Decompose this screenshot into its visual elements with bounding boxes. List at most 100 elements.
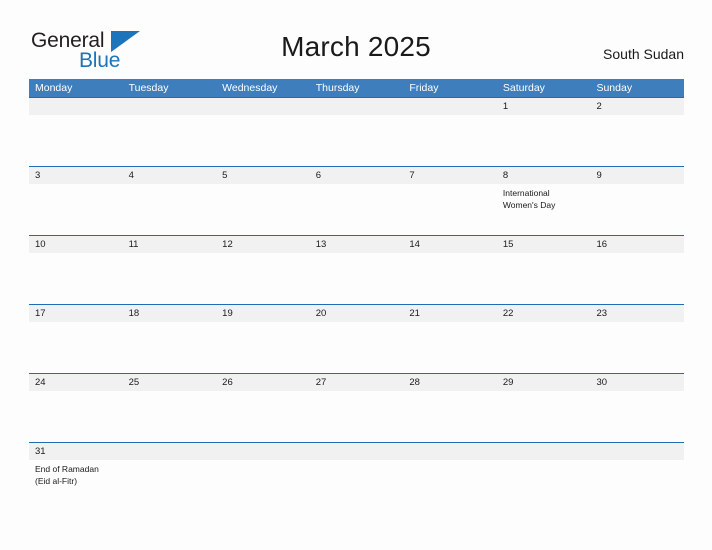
day-number[interactable] [590,443,684,460]
date-number-band: 3 4 5 6 7 8 9 [29,167,684,184]
day-event-text [403,322,497,373]
day-event-text [590,460,684,511]
day-event-text [216,460,310,511]
day-number[interactable]: 14 [403,236,497,253]
day-number[interactable] [29,98,123,115]
day-number[interactable]: 11 [123,236,217,253]
day-number[interactable]: 8 [497,167,591,184]
day-event-text [123,115,217,166]
day-content-row: End of Ramadan (Eid al-Fitr) [29,460,684,511]
weekday-header-sunday: Sunday [596,82,633,94]
day-number[interactable]: 6 [310,167,404,184]
day-number[interactable] [216,98,310,115]
date-number-band: 24 25 26 27 28 29 30 [29,374,684,391]
day-number[interactable]: 27 [310,374,404,391]
weekday-header-row: Monday Tuesday Wednesday Thursday Friday… [29,79,684,97]
day-event-text [590,115,684,166]
day-event-text [310,184,404,235]
page-header: General Blue March 2025 South Sudan [0,0,712,78]
country-label: South Sudan [603,46,684,62]
day-number[interactable] [403,98,497,115]
day-number[interactable]: 2 [590,98,684,115]
day-event-text [123,253,217,304]
day-event-text [403,391,497,442]
weekday-header-saturday: Saturday [502,82,545,94]
day-number[interactable]: 29 [497,374,591,391]
day-number[interactable] [123,443,217,460]
day-number[interactable] [310,98,404,115]
day-event-text [123,184,217,235]
day-number[interactable] [123,98,217,115]
day-number[interactable]: 28 [403,374,497,391]
weekday-header-friday: Friday [409,82,439,94]
day-number[interactable]: 10 [29,236,123,253]
day-number[interactable]: 17 [29,305,123,322]
day-event-text [29,253,123,304]
calendar-week-row: 31 End of Ramadan (Eid al-Fitr) [29,442,684,511]
day-event-text [497,322,591,373]
day-number[interactable]: 5 [216,167,310,184]
day-number[interactable]: 16 [590,236,684,253]
day-number[interactable]: 7 [403,167,497,184]
day-event-text [216,253,310,304]
day-event-text [29,322,123,373]
day-number[interactable]: 26 [216,374,310,391]
day-event-text [497,460,591,511]
weekday-header-wednesday: Wednesday [222,82,278,94]
day-content-row: International Women's Day [29,184,684,235]
date-number-band: 31 [29,443,684,460]
day-content-row [29,115,684,166]
day-number[interactable]: 24 [29,374,123,391]
day-number[interactable]: 19 [216,305,310,322]
day-number[interactable]: 25 [123,374,217,391]
day-event-text [123,391,217,442]
day-number[interactable]: 23 [590,305,684,322]
day-event-text [403,184,497,235]
day-event-text [590,184,684,235]
day-event-text [216,322,310,373]
day-number[interactable]: 18 [123,305,217,322]
day-number[interactable] [310,443,404,460]
day-content-row [29,253,684,304]
weekday-header-monday: Monday [35,82,73,94]
day-number[interactable] [497,443,591,460]
day-event-text [403,115,497,166]
day-number[interactable]: 30 [590,374,684,391]
day-event-text [29,184,123,235]
day-number[interactable]: 31 [29,443,123,460]
date-number-band: 1 2 [29,98,684,115]
calendar-grid: Monday Tuesday Wednesday Thursday Friday… [29,79,684,511]
weekday-header-thursday: Thursday [315,82,360,94]
day-event-text [497,115,591,166]
day-number[interactable]: 22 [497,305,591,322]
calendar-week-row: 1 2 [29,97,684,166]
day-number[interactable]: 21 [403,305,497,322]
day-number[interactable]: 20 [310,305,404,322]
day-event-text [216,184,310,235]
day-number[interactable]: 12 [216,236,310,253]
day-number[interactable] [403,443,497,460]
day-number[interactable] [216,443,310,460]
day-event-text [123,460,217,511]
day-event-text [403,253,497,304]
day-event-text [123,322,217,373]
day-event-text [310,460,404,511]
day-number[interactable]: 4 [123,167,217,184]
calendar-week-row: 10 11 12 13 14 15 16 [29,235,684,304]
day-event-text [403,460,497,511]
day-event-text [216,115,310,166]
day-event-text [216,391,310,442]
day-event-text [310,253,404,304]
day-number[interactable]: 9 [590,167,684,184]
day-content-row [29,391,684,442]
day-event-text [590,322,684,373]
calendar-week-row: 3 4 5 6 7 8 9 International Women's Day [29,166,684,235]
day-number[interactable]: 13 [310,236,404,253]
day-number[interactable]: 3 [29,167,123,184]
day-number[interactable]: 1 [497,98,591,115]
weekday-header-tuesday: Tuesday [128,82,169,94]
day-number[interactable]: 15 [497,236,591,253]
day-event-text [590,391,684,442]
date-number-band: 10 11 12 13 14 15 16 [29,236,684,253]
day-event-text: International Women's Day [502,188,556,210]
